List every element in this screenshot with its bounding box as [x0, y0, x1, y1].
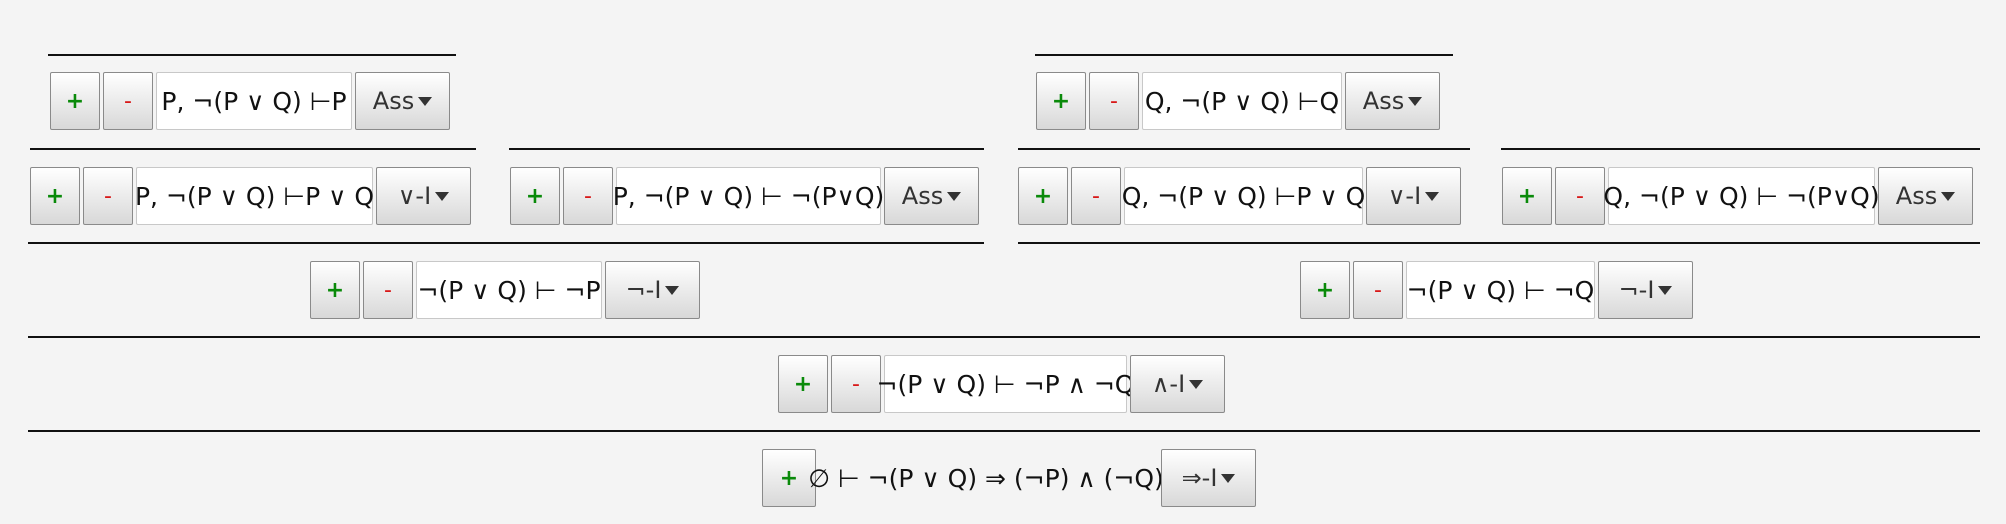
inference-line [1018, 148, 1470, 150]
proof-node: + - ¬(P ∨ Q) ⊢ ¬P ∧ ¬Q ∧-I [778, 355, 1225, 413]
caret-down-icon [947, 191, 962, 201]
caret-down-icon [418, 96, 433, 106]
rule-dropdown[interactable]: ∨-I [376, 167, 471, 225]
rule-label: ⇒-I [1181, 464, 1218, 492]
inference-line [509, 148, 984, 150]
sequent-field[interactable]: ¬(P ∨ Q) ⊢ ¬Q [1406, 261, 1595, 319]
remove-button[interactable]: - [363, 261, 413, 319]
caret-down-icon [665, 285, 680, 295]
sequent-field[interactable]: Q, ¬(P ∨ Q) ⊢Q [1142, 72, 1342, 130]
inference-line [1018, 242, 1980, 244]
rule-dropdown[interactable]: Ass [884, 167, 979, 225]
sequent-field[interactable]: P, ¬(P ∨ Q) ⊢P [156, 72, 352, 130]
rule-dropdown[interactable]: ¬-I [1598, 261, 1693, 319]
inference-line [28, 242, 984, 244]
rule-label: Ass [1895, 182, 1938, 210]
rule-label: Ass [372, 87, 415, 115]
caret-down-icon [1658, 285, 1673, 295]
add-button[interactable]: + [50, 72, 100, 130]
remove-button[interactable]: - [1353, 261, 1403, 319]
proof-node: + - P, ¬(P ∨ Q) ⊢P ∨ Q ∨-I [30, 167, 471, 225]
rule-dropdown[interactable]: Ass [1345, 72, 1440, 130]
rule-dropdown[interactable]: ∧-I [1130, 355, 1225, 413]
add-button[interactable]: + [30, 167, 80, 225]
sequent-field[interactable]: Q, ¬(P ∨ Q) ⊢ ¬(P∨Q) [1603, 167, 1880, 225]
sequent-field[interactable]: Q, ¬(P ∨ Q) ⊢P ∨ Q [1122, 167, 1365, 225]
proof-node: + - ¬(P ∨ Q) ⊢ ¬P ¬-I [310, 261, 700, 319]
add-button[interactable]: + [510, 167, 560, 225]
rule-dropdown[interactable]: Ass [355, 72, 450, 130]
remove-button[interactable]: - [103, 72, 153, 130]
rule-dropdown[interactable]: ∨-I [1366, 167, 1461, 225]
proof-node: + - P, ¬(P ∨ Q) ⊢P Ass [50, 72, 450, 130]
rule-label: ∧-I [1151, 370, 1186, 398]
goal-sequent: ∅ ⊢ ¬(P ∨ Q) ⇒ (¬P) ∧ (¬Q) [808, 463, 1164, 493]
rule-label: Ass [1362, 87, 1405, 115]
caret-down-icon [435, 191, 450, 201]
proof-node: + - P, ¬(P ∨ Q) ⊢ ¬(P∨Q) Ass [510, 167, 979, 225]
rule-label: ∨-I [397, 182, 432, 210]
rule-label: Ass [901, 182, 944, 210]
sequent-field[interactable]: P, ¬(P ∨ Q) ⊢ ¬(P∨Q) [613, 167, 884, 225]
remove-button[interactable]: - [831, 355, 881, 413]
caret-down-icon [1425, 191, 1440, 201]
caret-down-icon [1941, 191, 1956, 201]
inference-line [28, 336, 1980, 338]
rule-label: ¬-I [625, 276, 662, 304]
add-button[interactable]: + [1018, 167, 1068, 225]
inference-line [1035, 54, 1453, 56]
rule-dropdown[interactable]: ⇒-I [1161, 449, 1256, 507]
remove-button[interactable]: - [563, 167, 613, 225]
add-button[interactable]: + [1300, 261, 1350, 319]
remove-button[interactable]: - [1089, 72, 1139, 130]
remove-button[interactable]: - [1555, 167, 1605, 225]
proof-node: + - Q, ¬(P ∨ Q) ⊢ ¬(P∨Q) Ass [1502, 167, 1973, 225]
sequent-field[interactable]: ¬(P ∨ Q) ⊢ ¬P ∧ ¬Q [877, 355, 1134, 413]
inference-line [28, 430, 1980, 432]
add-button[interactable]: + [310, 261, 360, 319]
rule-dropdown[interactable]: Ass [1878, 167, 1973, 225]
proof-node: + - Q, ¬(P ∨ Q) ⊢P ∨ Q ∨-I [1018, 167, 1461, 225]
sequent-field[interactable]: ¬(P ∨ Q) ⊢ ¬P [416, 261, 602, 319]
add-button[interactable]: + [1036, 72, 1086, 130]
inference-line [30, 148, 476, 150]
proof-node: + - Q, ¬(P ∨ Q) ⊢Q Ass [1036, 72, 1440, 130]
proof-node-root: + ∅ ⊢ ¬(P ∨ Q) ⇒ (¬P) ∧ (¬Q) ⇒-I [762, 449, 1256, 507]
sequent-field[interactable]: P, ¬(P ∨ Q) ⊢P ∨ Q [135, 167, 374, 225]
rule-dropdown[interactable]: ¬-I [605, 261, 700, 319]
add-button[interactable]: + [778, 355, 828, 413]
rule-label: ¬-I [1618, 276, 1655, 304]
add-button[interactable]: + [1502, 167, 1552, 225]
inference-line [48, 54, 456, 56]
inference-line [1501, 148, 1980, 150]
proof-node: + - ¬(P ∨ Q) ⊢ ¬Q ¬-I [1300, 261, 1693, 319]
remove-button[interactable]: - [83, 167, 133, 225]
remove-button[interactable]: - [1071, 167, 1121, 225]
caret-down-icon [1189, 379, 1204, 389]
caret-down-icon [1221, 473, 1236, 483]
rule-label: ∨-I [1387, 182, 1422, 210]
caret-down-icon [1408, 96, 1423, 106]
